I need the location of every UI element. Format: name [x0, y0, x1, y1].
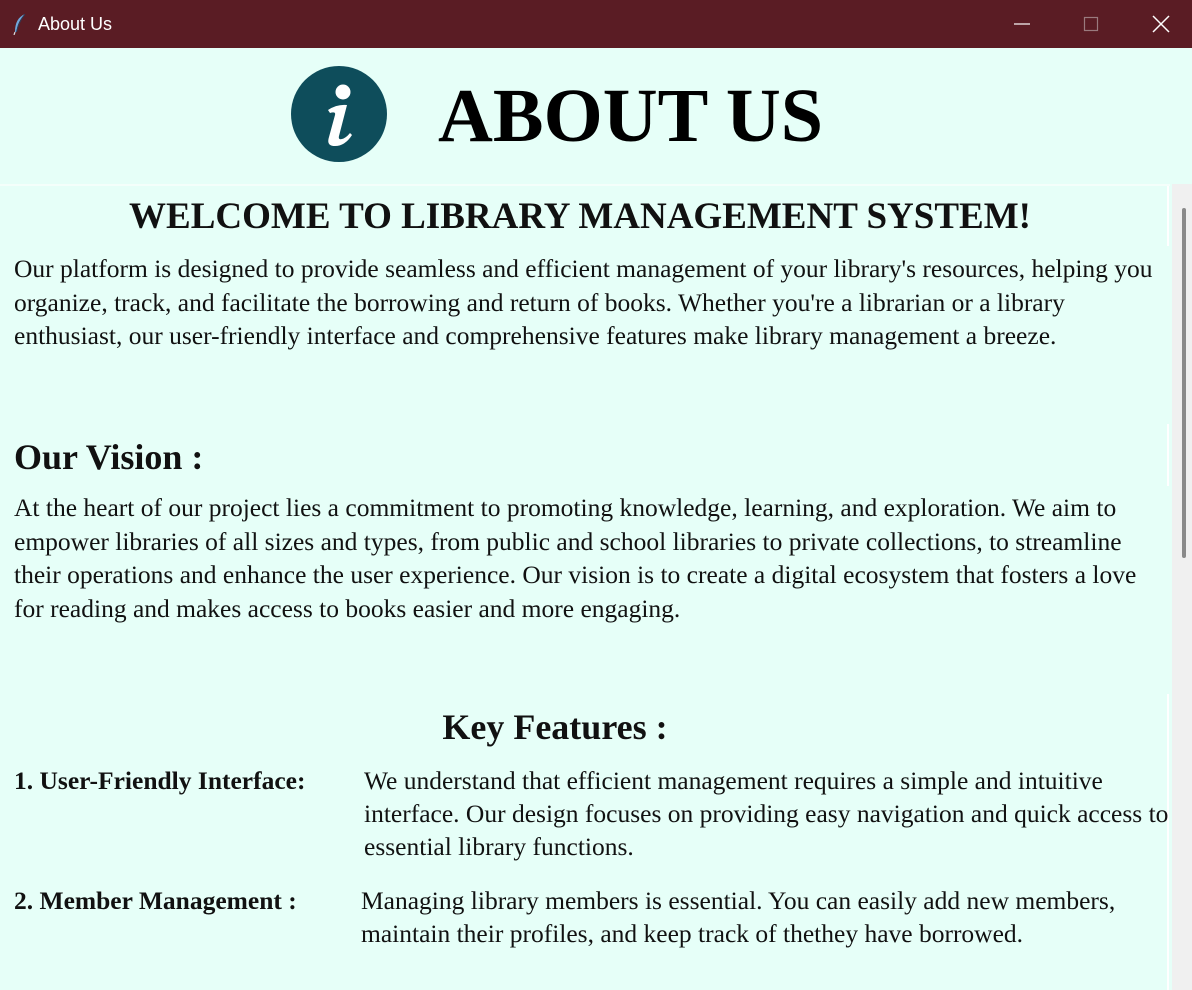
feature-description: We understand that efficient management … — [364, 766, 1169, 861]
vision-paragraph: At the heart of our project lies a commi… — [14, 493, 1137, 623]
minimize-button[interactable] — [987, 0, 1057, 48]
page-title: ABOUT US — [438, 74, 824, 158]
feature-label: 1. User-Friendly Interface: — [14, 766, 306, 795]
scrollbar-thumb[interactable] — [1182, 208, 1186, 558]
close-button[interactable] — [1126, 0, 1192, 48]
welcome-heading: WELCOME TO LIBRARY MANAGEMENT SYSTEM! — [129, 196, 1031, 237]
feature-description: Managing library members is essential. Y… — [361, 886, 1116, 948]
window-titlebar: About Us — [0, 0, 1192, 48]
vertical-scrollbar[interactable] — [1172, 184, 1192, 990]
maximize-icon — [1083, 16, 1099, 32]
page-header: ABOUT US — [0, 48, 1192, 184]
maximize-button[interactable] — [1056, 0, 1126, 48]
minimize-icon — [1014, 23, 1030, 25]
intro-paragraph: Our platform is designed to provide seam… — [14, 254, 1153, 350]
close-icon — [1152, 15, 1170, 33]
window-title: About Us — [38, 14, 113, 34]
info-icon — [291, 66, 387, 162]
features-heading: Key Features : — [442, 707, 668, 747]
vision-heading: Our Vision : — [14, 437, 204, 477]
feather-icon — [13, 13, 26, 35]
section-divider — [1167, 186, 1169, 246]
feature-label: 2. Member Management : — [14, 886, 297, 915]
section-divider — [1167, 424, 1169, 486]
content-area: WELCOME TO LIBRARY MANAGEMENT SYSTEM! Ou… — [0, 184, 1170, 990]
